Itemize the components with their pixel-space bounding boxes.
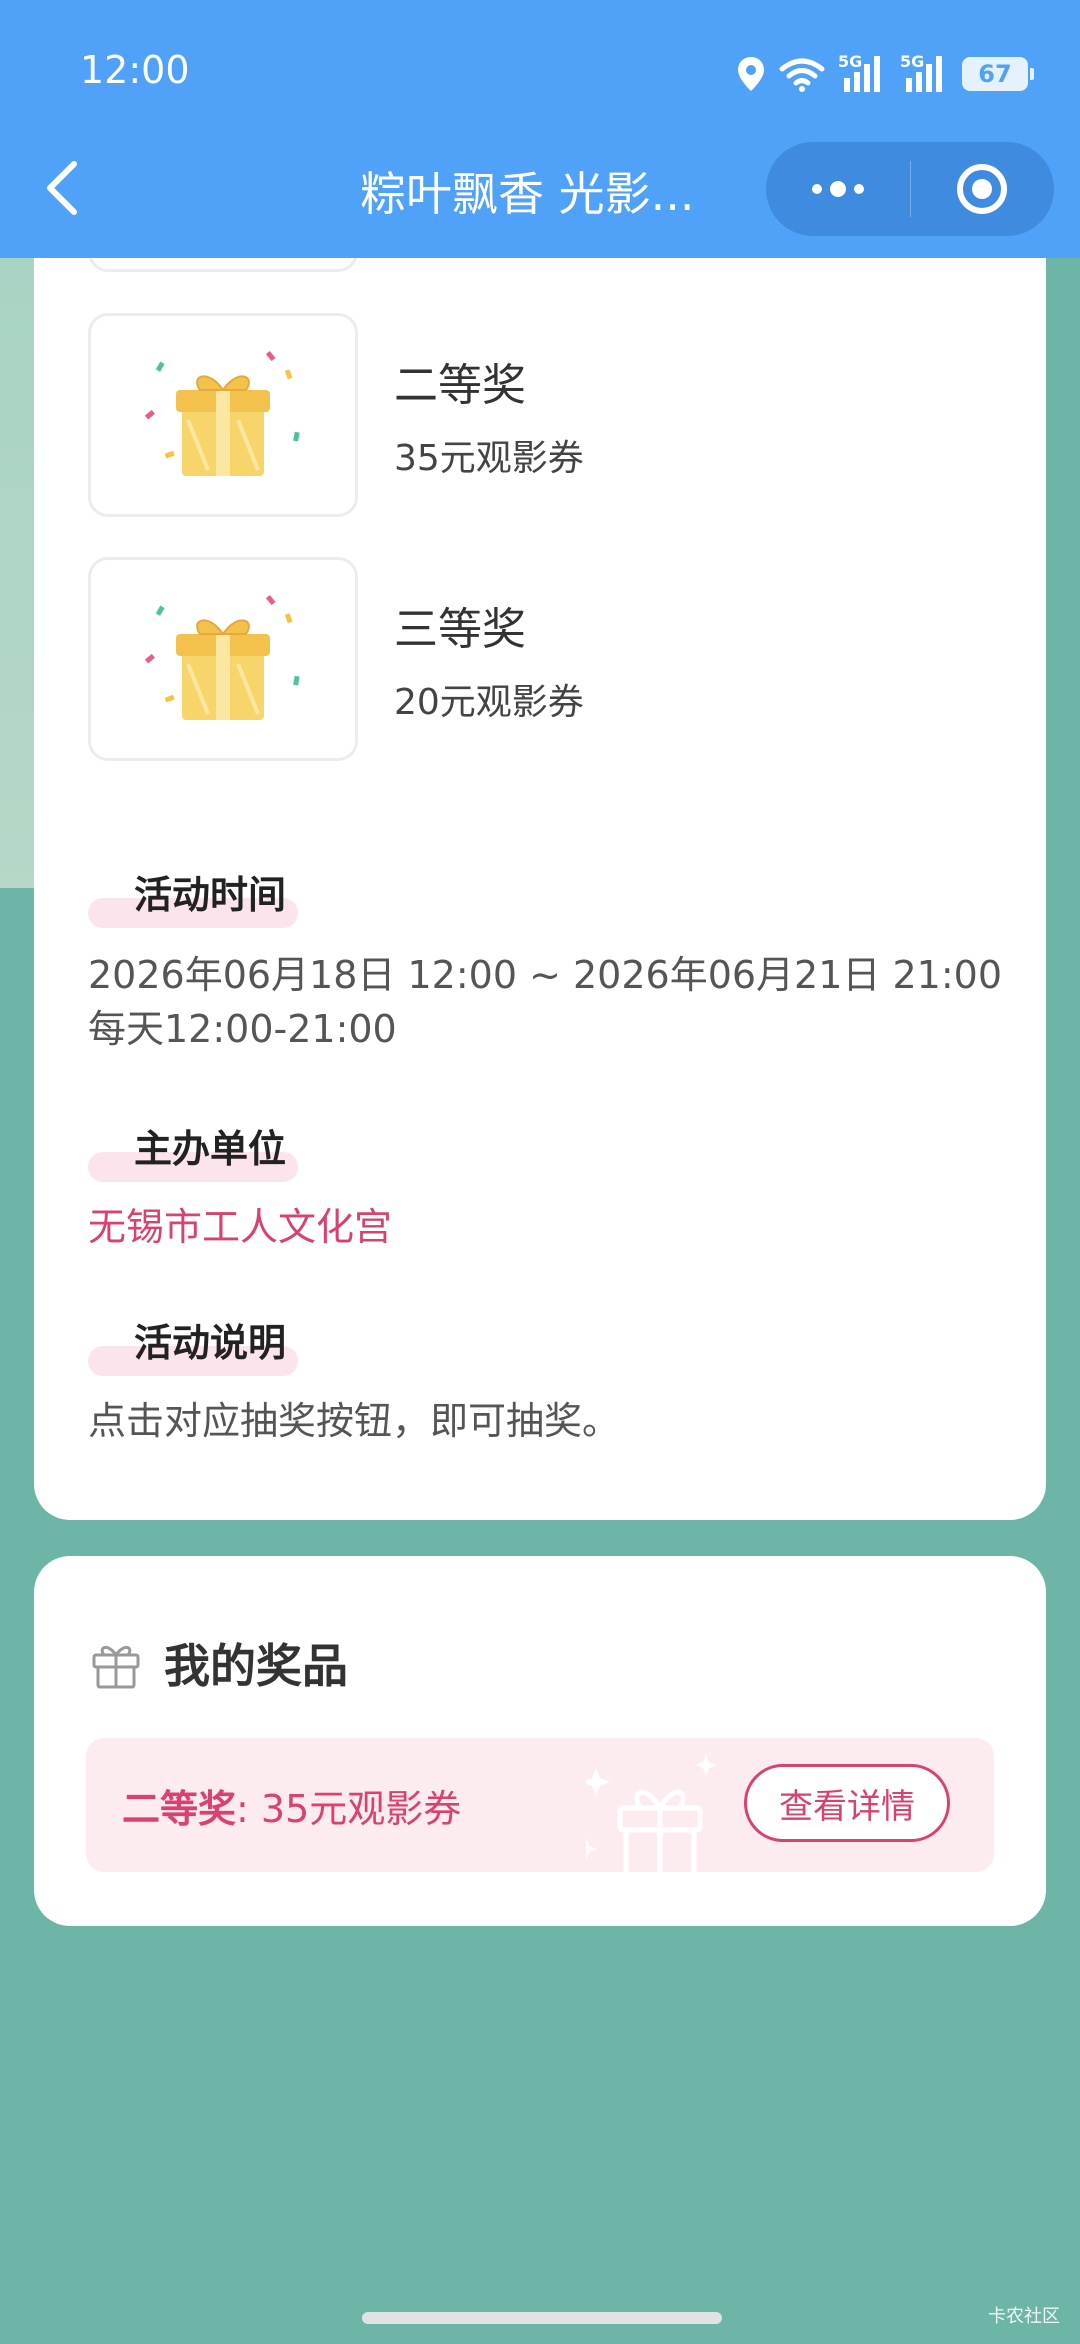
home-indicator[interactable] [362,2312,722,2324]
view-details-button[interactable]: 查看详情 [744,1764,950,1842]
more-button[interactable] [766,142,910,236]
won-prize-text: 二等奖: 35元观影券 [122,1778,461,1833]
battery-indicator: 67 [962,57,1034,91]
organizer-name: 无锡市工人文化宫 [88,1205,393,1249]
activity-daily-hours: 每天12:00-21:00 [88,1007,397,1051]
section-title-text: 主办单位 [134,1127,287,1171]
section-title-time: 活动时间 [88,864,298,934]
page-title: 粽叶飘香 光影... [360,167,695,221]
won-prize-banner: 二等奖: 35元观影券 查看详情 [86,1738,994,1872]
status-time: 12:00 [80,48,190,92]
location-icon [738,57,764,91]
more-dots-icon [811,181,864,197]
prize-desc: 35元观影券 [394,438,584,479]
activity-time: 2026年06月18日 12:00 ~ 2026年06月21日 21:00 每天… [88,948,1002,1056]
prize-level: 三等奖 [394,604,526,655]
section-title-text: 活动时间 [134,873,287,917]
signal-bars-icon [844,56,880,92]
back-icon[interactable] [40,160,84,216]
prize-image [88,313,358,517]
prize-level: 二等奖 [394,360,526,411]
section-title-organizer: 主办单位 [88,1118,298,1188]
wifi-icon [779,58,825,92]
activity-description: 点击对应抽奖按钮，即可抽奖。 [88,1399,621,1443]
gift-box-icon [144,595,300,720]
won-prize-desc: 35元观影券 [260,1787,462,1831]
gift-box-icon [144,351,300,476]
signal-bars-icon [906,56,942,92]
cell-signal-1: 5G [838,52,888,94]
mini-program-capsule [766,142,1054,236]
my-prizes-card: 我的奖品 二等奖: 35元观影券 查看详情 [34,1556,1046,1926]
prize-image [88,557,358,761]
my-prizes-header: 我的奖品 [88,1630,348,1696]
my-prizes-title: 我的奖品 [164,1639,348,1693]
app-header: 12:00 5G 5G 67 粽叶飘香 光影... [0,0,1080,258]
won-prize-level: 二等奖 [122,1787,237,1831]
target-close-icon [957,164,1008,214]
won-prize-separator: : [236,1787,261,1831]
activity-card: 二等奖 35元观影券 三等奖 20元观影券 活动时间 2026年06月18日 1… [34,200,1046,1520]
section-title-text: 活动说明 [134,1321,287,1365]
activity-time-range: 2026年06月18日 12:00 ~ 2026年06月21日 21:00 [88,953,1003,997]
section-title-description: 活动说明 [88,1312,298,1382]
cell-signal-2: 5G [900,52,950,94]
close-program-button[interactable] [911,142,1055,236]
prize-item: 二等奖 35元观影券 [88,313,584,517]
gift-decoration-icon [586,1754,717,1872]
status-icons: 5G 5G 67 [736,52,1034,96]
watermark: 卡农社区 [988,2306,1060,2327]
gift-outline-icon [92,1646,140,1689]
prize-desc: 20元观影券 [394,682,584,723]
prize-item: 三等奖 20元观影券 [88,557,584,761]
